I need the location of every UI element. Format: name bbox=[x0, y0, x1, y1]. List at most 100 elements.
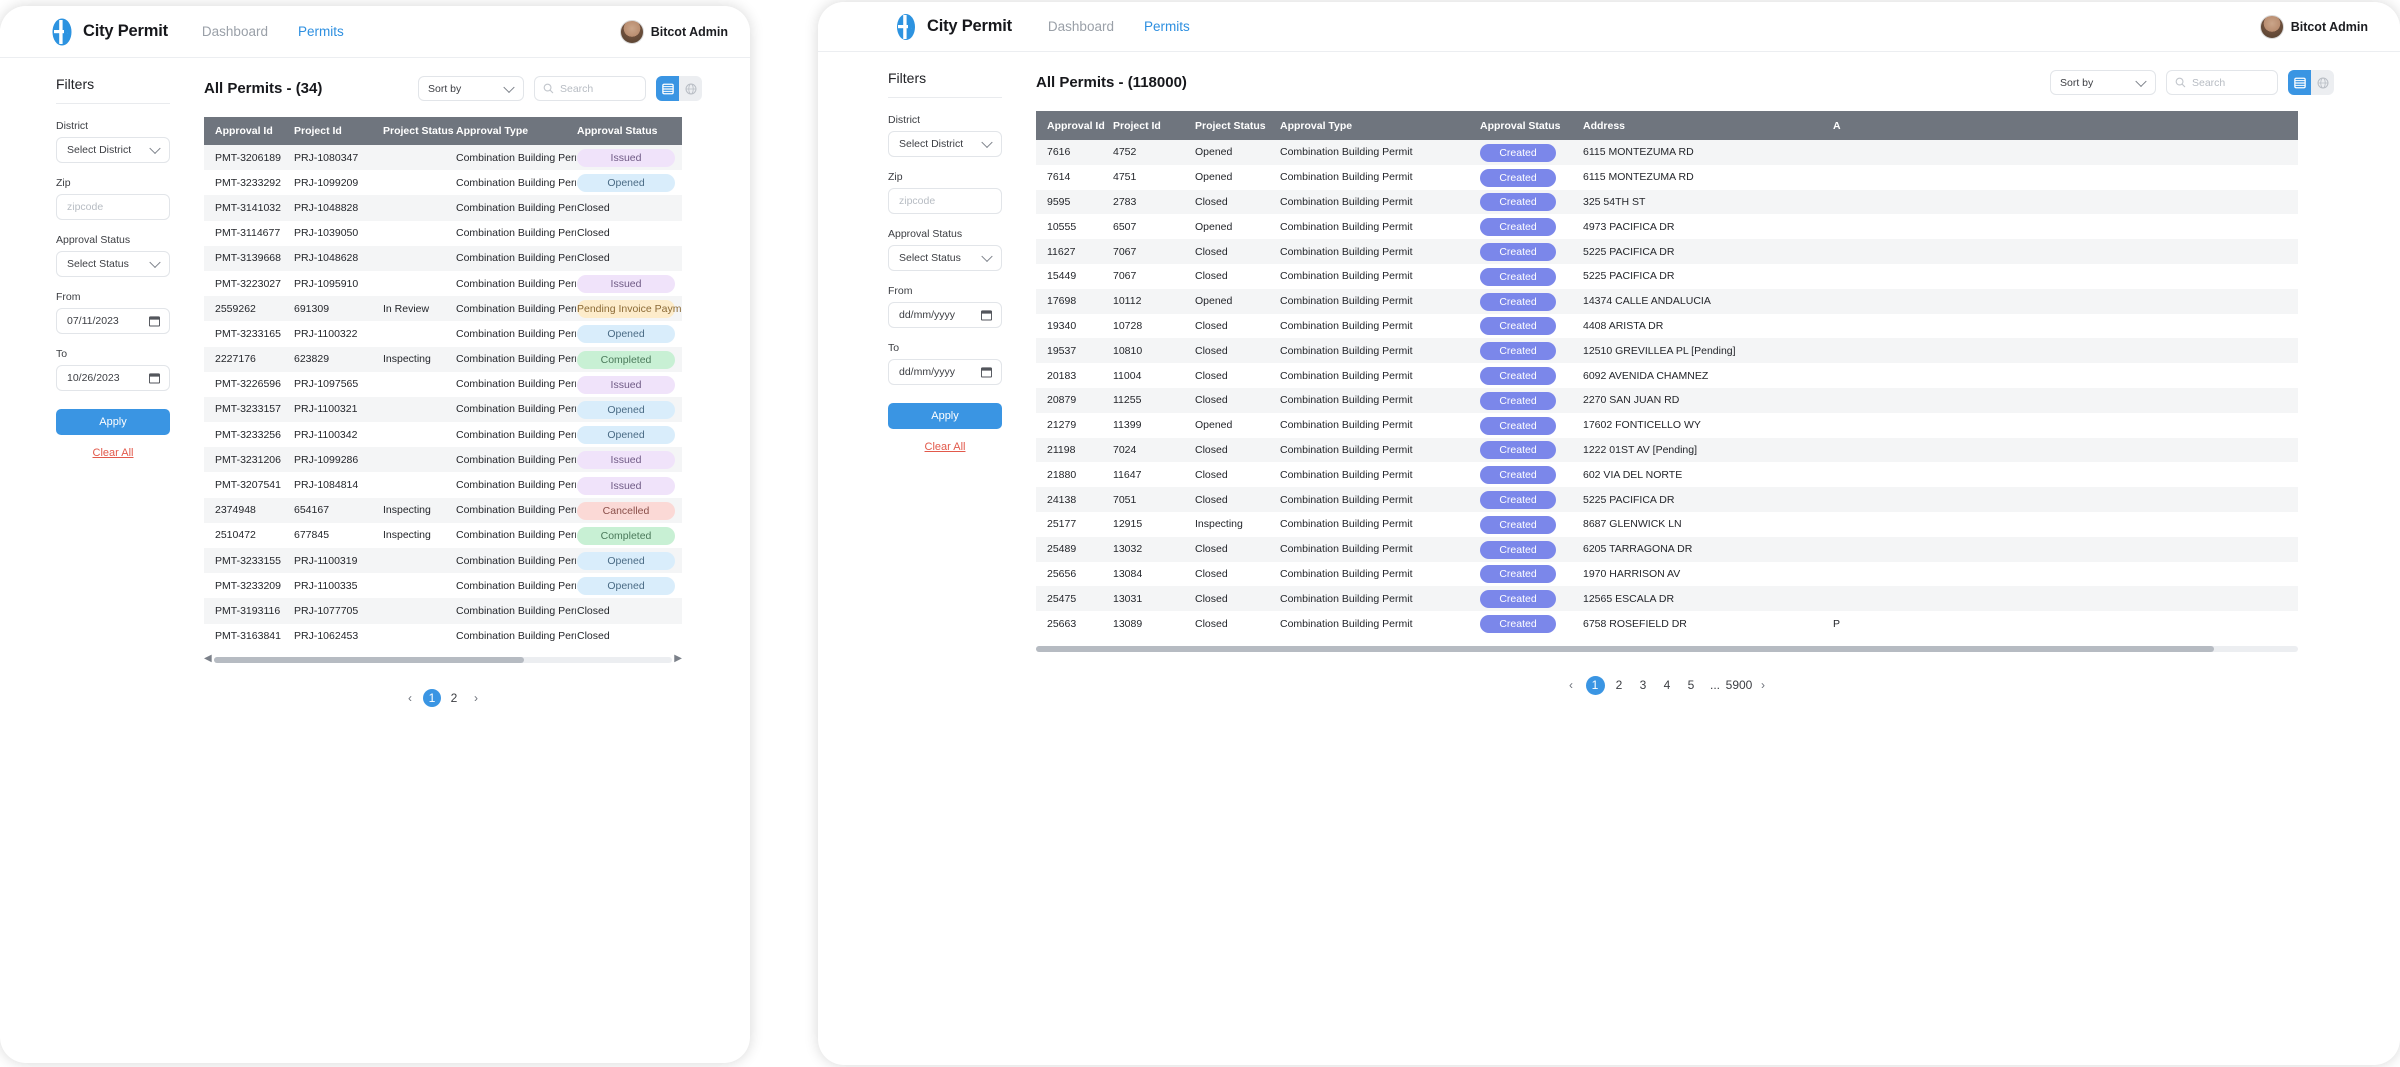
table-row[interactable]: 2374948654167InspectingCombination Build… bbox=[204, 498, 682, 523]
pagination-page-5900[interactable]: 5900 bbox=[1730, 676, 1749, 695]
status-select-right[interactable]: Select Status bbox=[888, 245, 1002, 271]
table-row[interactable]: 2510472677845InspectingCombination Build… bbox=[204, 523, 682, 548]
table-row[interactable]: PMT-3206189PRJ-1080347Combination Buildi… bbox=[204, 145, 682, 170]
sort-by-select-left[interactable]: Sort by bbox=[418, 76, 524, 101]
permits-table-wrapper-left[interactable]: Approval Id Project Id Project Status Ap… bbox=[204, 117, 682, 649]
th-approval-type-right[interactable]: Approval Type bbox=[1279, 111, 1479, 140]
nav-dashboard-left[interactable]: Dashboard bbox=[202, 24, 268, 39]
pagination-next[interactable]: › bbox=[467, 689, 485, 707]
th-approval-status-right[interactable]: Approval Status bbox=[1479, 111, 1582, 140]
table-row[interactable]: PMT-3223027PRJ-1095910Combination Buildi… bbox=[204, 271, 682, 296]
nav-dashboard-right[interactable]: Dashboard bbox=[1048, 19, 1114, 34]
table-row[interactable]: PMT-3139668PRJ-1048628Combination Buildi… bbox=[204, 246, 682, 271]
table-row[interactable]: 1953710810ClosedCombination Building Per… bbox=[1036, 338, 2298, 363]
table-row[interactable]: PMT-3233157PRJ-1100321Combination Buildi… bbox=[204, 397, 682, 422]
status-select-left[interactable]: Select Status bbox=[56, 251, 170, 277]
horizontal-scrollbar-left[interactable]: ◀ ▶ bbox=[204, 657, 682, 667]
pagination-prev[interactable]: ‹ bbox=[1562, 676, 1581, 695]
zip-input-right[interactable]: zipcode bbox=[888, 188, 1002, 214]
table-row[interactable]: 2227176623829InspectingCombination Build… bbox=[204, 347, 682, 372]
horizontal-scrollbar-right[interactable] bbox=[1036, 646, 2298, 656]
table-row[interactable]: 1769810112OpenedCombination Building Per… bbox=[1036, 289, 2298, 314]
map-view-toggle-left[interactable] bbox=[679, 76, 702, 101]
table-row[interactable]: PMT-3233292PRJ-1099209Combination Buildi… bbox=[204, 170, 682, 195]
district-select-right[interactable]: Select District bbox=[888, 131, 1002, 157]
table-row[interactable]: PMT-3233155PRJ-1100319Combination Buildi… bbox=[204, 548, 682, 573]
table-row[interactable]: 116277067ClosedCombination Building Perm… bbox=[1036, 239, 2298, 264]
zip-input-left[interactable]: zipcode bbox=[56, 194, 170, 220]
table-row[interactable]: PMT-3233209PRJ-1100335Combination Buildi… bbox=[204, 573, 682, 598]
pagination-page-4[interactable]: 4 bbox=[1658, 676, 1677, 695]
permits-table-wrapper-right[interactable]: Approval Id Project Id Project Status Ap… bbox=[1036, 111, 2298, 636]
table-row[interactable]: 2547513031ClosedCombination Building Per… bbox=[1036, 586, 2298, 611]
th-approval-id-left[interactable]: Approval Id bbox=[204, 117, 293, 145]
th-approval-id-right[interactable]: Approval Id bbox=[1036, 111, 1112, 140]
search-input-right[interactable]: Search bbox=[2166, 70, 2278, 95]
table-row[interactable]: 2566313089ClosedCombination Building Per… bbox=[1036, 611, 2298, 636]
scroll-left-arrow-left[interactable]: ◀ bbox=[204, 653, 212, 664]
nav-permits-left[interactable]: Permits bbox=[298, 24, 344, 39]
table-row[interactable]: PMT-3226596PRJ-1097565Combination Buildi… bbox=[204, 372, 682, 397]
nav-permits-right[interactable]: Permits bbox=[1144, 19, 1190, 34]
clear-all-link-right[interactable]: Clear All bbox=[888, 441, 1002, 453]
pagination-page-1[interactable]: 1 bbox=[1586, 676, 1605, 695]
th-project-id-left[interactable]: Project Id bbox=[293, 117, 382, 145]
table-row[interactable]: PMT-3233165PRJ-1100322Combination Buildi… bbox=[204, 321, 682, 346]
table-row[interactable]: 2559262691309In ReviewCombination Buildi… bbox=[204, 296, 682, 321]
apply-filters-button-left[interactable]: Apply bbox=[56, 409, 170, 435]
clear-all-link-left[interactable]: Clear All bbox=[56, 447, 170, 459]
pagination-page-5[interactable]: 5 bbox=[1682, 676, 1701, 695]
table-row[interactable]: PMT-3207541PRJ-1084814Combination Buildi… bbox=[204, 472, 682, 497]
table-row[interactable]: 2565613084ClosedCombination Building Per… bbox=[1036, 562, 2298, 587]
th-address-right[interactable]: Address bbox=[1582, 111, 1832, 140]
table-row[interactable]: 2548913032ClosedCombination Building Per… bbox=[1036, 537, 2298, 562]
brand-right[interactable]: City Permit bbox=[892, 13, 1012, 41]
list-view-toggle-right[interactable] bbox=[2288, 70, 2311, 95]
search-input-left[interactable]: Search bbox=[534, 76, 646, 101]
table-row[interactable]: 2188011647ClosedCombination Building Per… bbox=[1036, 462, 2298, 487]
table-row[interactable]: PMT-3193116PRJ-1077705Combination Buildi… bbox=[204, 598, 682, 623]
scroll-thumb-right[interactable] bbox=[1036, 646, 2214, 652]
to-date-input-left[interactable]: 10/26/2023 bbox=[56, 365, 170, 391]
pagination-prev[interactable]: ‹ bbox=[401, 689, 419, 707]
pagination-page-1[interactable]: 1 bbox=[423, 689, 441, 707]
th-approval-type-left[interactable]: Approval Type bbox=[455, 117, 576, 145]
pagination-next[interactable]: › bbox=[1754, 676, 1773, 695]
table-row[interactable]: PMT-3233256PRJ-1100342Combination Buildi… bbox=[204, 422, 682, 447]
pagination-page-2[interactable]: 2 bbox=[1610, 676, 1629, 695]
table-row[interactable]: PMT-3231206PRJ-1099286Combination Buildi… bbox=[204, 447, 682, 472]
table-row[interactable]: 211987024ClosedCombination Building Perm… bbox=[1036, 438, 2298, 463]
th-extra-right[interactable]: A bbox=[1832, 111, 2298, 140]
brand-left[interactable]: City Permit bbox=[48, 18, 168, 46]
district-select-left[interactable]: Select District bbox=[56, 137, 170, 163]
th-project-status-right[interactable]: Project Status bbox=[1194, 111, 1279, 140]
table-row[interactable]: 76144751OpenedCombination Building Permi… bbox=[1036, 165, 2298, 190]
apply-filters-button-right[interactable]: Apply bbox=[888, 403, 1002, 429]
table-row[interactable]: PMT-3141032PRJ-1048828Combination Buildi… bbox=[204, 195, 682, 220]
th-project-status-left[interactable]: Project Status bbox=[382, 117, 455, 145]
th-approval-status-left[interactable]: Approval Status bbox=[576, 117, 682, 145]
pagination-page-3[interactable]: 3 bbox=[1634, 676, 1653, 695]
table-row[interactable]: 154497067ClosedCombination Building Perm… bbox=[1036, 264, 2298, 289]
scroll-thumb-left[interactable] bbox=[214, 657, 524, 663]
table-row[interactable]: 105556507OpenedCombination Building Perm… bbox=[1036, 214, 2298, 239]
table-row[interactable]: 95952783ClosedCombination Building Permi… bbox=[1036, 190, 2298, 215]
th-project-id-right[interactable]: Project Id bbox=[1112, 111, 1194, 140]
pagination-page-2[interactable]: 2 bbox=[445, 689, 463, 707]
scroll-right-arrow-left[interactable]: ▶ bbox=[674, 653, 682, 664]
table-row[interactable]: PMT-3163841PRJ-1062453Combination Buildi… bbox=[204, 624, 682, 649]
user-menu-right[interactable]: Bitcot Admin bbox=[2260, 15, 2368, 39]
map-view-toggle-right[interactable] bbox=[2311, 70, 2334, 95]
table-row[interactable]: 2127911399OpenedCombination Building Per… bbox=[1036, 413, 2298, 438]
to-date-input-right[interactable]: dd/mm/yyyy bbox=[888, 359, 1002, 385]
table-row[interactable]: 76164752OpenedCombination Building Permi… bbox=[1036, 140, 2298, 165]
sort-by-select-right[interactable]: Sort by bbox=[2050, 70, 2156, 95]
table-row[interactable]: 1934010728ClosedCombination Building Per… bbox=[1036, 314, 2298, 339]
table-row[interactable]: PMT-3114677PRJ-1039050Combination Buildi… bbox=[204, 221, 682, 246]
table-row[interactable]: 2517712915InspectingCombination Building… bbox=[1036, 512, 2298, 537]
list-view-toggle-left[interactable] bbox=[656, 76, 679, 101]
from-date-input-right[interactable]: dd/mm/yyyy bbox=[888, 302, 1002, 328]
table-row[interactable]: 2018311004ClosedCombination Building Per… bbox=[1036, 363, 2298, 388]
table-row[interactable]: 2087911255ClosedCombination Building Per… bbox=[1036, 388, 2298, 413]
table-row[interactable]: 241387051ClosedCombination Building Perm… bbox=[1036, 487, 2298, 512]
